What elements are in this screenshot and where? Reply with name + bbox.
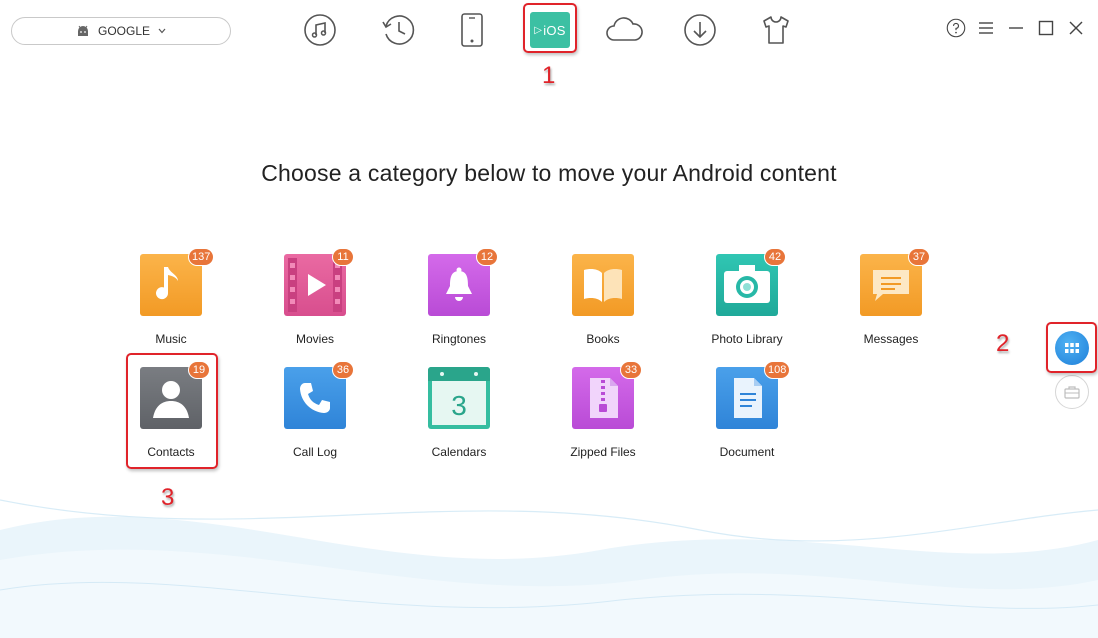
zip-icon (590, 378, 618, 418)
tshirt-icon (763, 16, 789, 44)
camera-icon (724, 265, 770, 303)
category-label: Ringtones (431, 332, 487, 346)
category-books[interactable]: Books (548, 254, 658, 364)
count-badge: 12 (476, 248, 498, 266)
category-view-icon (1065, 343, 1079, 353)
callout-1: 1 (542, 62, 556, 89)
calendar-icon: 3 (428, 367, 490, 425)
minimize-button[interactable] (1006, 16, 1026, 40)
phone-icon (461, 13, 483, 47)
cloud-button[interactable] (600, 6, 648, 54)
music-button[interactable] (296, 6, 344, 54)
calendars-tile: 3 (428, 367, 490, 429)
category-label: Contacts (147, 445, 195, 459)
callout-2: 2 (996, 330, 1010, 357)
calendar-day: 3 (451, 390, 467, 421)
history-icon (382, 15, 415, 45)
category-label: Zipped Files (570, 445, 636, 459)
category-label: Books (586, 332, 620, 346)
count-badge: 36 (332, 361, 354, 379)
category-call-log[interactable]: 36 Call Log (260, 361, 370, 477)
ios-button[interactable]: ▷ iOS (526, 6, 574, 54)
category-contacts[interactable]: 19 Contacts (116, 361, 226, 477)
document-icon (734, 378, 762, 418)
ios-label: iOS (543, 22, 566, 38)
chevron-down-icon (158, 28, 166, 34)
ios-icon: ▷ iOS (530, 12, 570, 48)
category-label: Music (155, 332, 187, 346)
category-ringtones[interactable]: 12 Ringtones (404, 248, 514, 364)
window-controls (946, 16, 1086, 40)
download-icon (684, 14, 716, 46)
cloud-icon (606, 17, 643, 41)
category-calendars[interactable]: 3 Calendars (404, 367, 514, 477)
count-badge: 108 (764, 361, 791, 379)
category-label: Photo Library (711, 332, 783, 346)
category-label: Messages (863, 332, 919, 346)
count-badge: 37 (908, 248, 930, 266)
close-button[interactable] (1066, 16, 1086, 40)
phone-button[interactable] (448, 6, 496, 54)
maximize-icon (1038, 20, 1054, 36)
category-view-button[interactable] (1055, 331, 1089, 365)
category-messages[interactable]: 37 Messages (836, 248, 946, 364)
count-badge: 42 (764, 248, 786, 266)
category-photo-library[interactable]: 42 Photo Library (692, 248, 802, 364)
phone-handset-icon (300, 383, 330, 413)
category-movies[interactable]: 11 Movies (260, 248, 370, 364)
close-icon (1069, 21, 1083, 35)
maximize-button[interactable] (1036, 16, 1056, 40)
books-tile (572, 254, 634, 316)
page-heading: Choose a category below to move your And… (261, 160, 837, 186)
category-zipped-files[interactable]: 33 Zipped Files (548, 361, 658, 477)
device-name: GOOGLE (97, 24, 150, 38)
minimize-icon (1009, 27, 1023, 29)
tshirt-button[interactable] (752, 6, 800, 54)
category-music[interactable]: 137 Music (116, 248, 226, 364)
count-badge: 11 (332, 248, 354, 266)
music-note-icon (156, 267, 178, 300)
category-label: Calendars (431, 445, 487, 459)
count-badge: 137 (188, 248, 215, 266)
help-icon (946, 18, 966, 38)
history-button[interactable] (374, 6, 422, 54)
toolbox-button[interactable] (1055, 375, 1089, 409)
android-icon (77, 25, 88, 36)
count-badge: 19 (188, 361, 210, 379)
category-label: Document (719, 445, 775, 459)
message-icon (873, 270, 909, 301)
person-icon (153, 381, 189, 418)
music-icon (304, 14, 336, 46)
toolbox-icon (1064, 385, 1080, 399)
menu-icon (979, 22, 993, 34)
category-label: Movies (295, 332, 334, 346)
menu-button[interactable] (976, 16, 996, 40)
bell-icon (446, 267, 472, 301)
book-icon (584, 269, 622, 302)
callout-3: 3 (161, 484, 175, 511)
category-label: Call Log (292, 445, 338, 459)
device-selector[interactable]: GOOGLE (11, 17, 231, 45)
count-badge: 33 (620, 361, 642, 379)
download-button[interactable] (676, 6, 724, 54)
help-button[interactable] (946, 16, 966, 40)
category-document[interactable]: 108 Document (692, 361, 802, 477)
